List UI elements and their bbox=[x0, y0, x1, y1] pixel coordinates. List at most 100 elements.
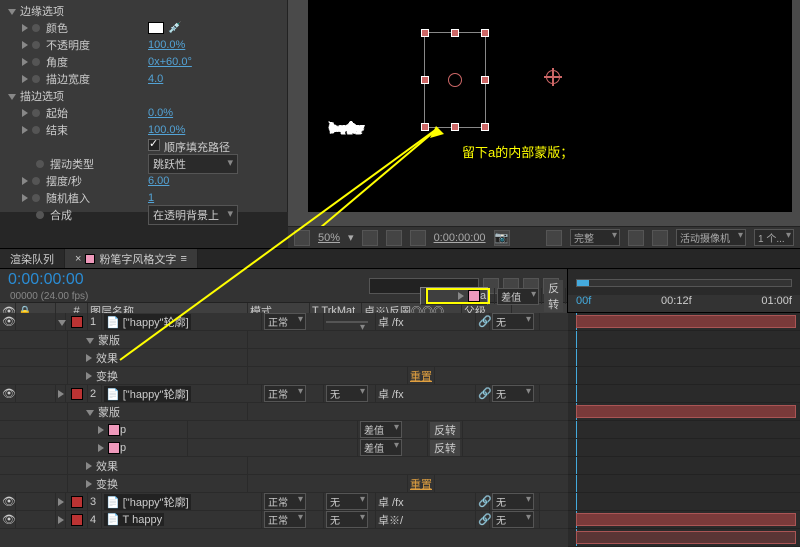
mask-name[interactable]: a bbox=[480, 290, 486, 302]
preview-canvas[interactable]: happy bbox=[308, 0, 792, 212]
track-row[interactable] bbox=[568, 367, 800, 385]
disclosure-icon[interactable] bbox=[86, 354, 92, 362]
angle-value[interactable]: 0x+60.0° bbox=[148, 56, 192, 68]
layer-switches[interactable]: 卓 /fx bbox=[376, 493, 476, 510]
layer-sub-row[interactable]: 变换 重置 bbox=[0, 367, 568, 385]
reset-link[interactable]: 重置 bbox=[410, 368, 432, 384]
mask-icon[interactable] bbox=[410, 230, 426, 246]
parent-dropdown[interactable]: 无 bbox=[492, 511, 534, 528]
mask-name[interactable]: p bbox=[120, 442, 126, 454]
disclosure-icon[interactable] bbox=[58, 390, 64, 398]
disclosure-icon[interactable] bbox=[22, 41, 28, 49]
layer-row[interactable]: 👁 2 📄 ["happy"轮廓] 正常 无 卓 /fx 🔗 无 bbox=[0, 385, 568, 403]
layer-switches[interactable]: 卓 /fx bbox=[376, 385, 476, 402]
random-seed-value[interactable]: 1 bbox=[148, 192, 154, 204]
layer-name[interactable]: 📄 ["happy"轮廓] bbox=[104, 314, 191, 330]
layer-sub-row[interactable]: p 差值 反转 bbox=[0, 439, 568, 457]
disclosure-icon[interactable] bbox=[86, 372, 92, 380]
current-time[interactable]: 0:00:00:00 bbox=[0, 269, 92, 291]
wiggle-value[interactable]: 6.00 bbox=[148, 175, 169, 187]
start-value[interactable]: 0.0% bbox=[148, 107, 173, 119]
mask-mode-dropdown[interactable]: 差值 bbox=[497, 288, 539, 305]
track-row[interactable] bbox=[568, 403, 800, 421]
reset-link[interactable]: 重置 bbox=[410, 476, 432, 492]
track-row[interactable] bbox=[568, 439, 800, 457]
mask-name[interactable]: p bbox=[120, 424, 126, 436]
keyframe-stopwatch-icon[interactable] bbox=[32, 194, 40, 202]
mask-selection-box[interactable] bbox=[424, 32, 486, 128]
snapshot-icon[interactable]: 📷 bbox=[494, 230, 510, 246]
track-row[interactable] bbox=[568, 349, 800, 367]
lock-toggle[interactable] bbox=[16, 493, 56, 510]
camera-dropdown[interactable]: 活动摄像机 bbox=[676, 229, 746, 246]
disclosure-icon[interactable] bbox=[22, 75, 28, 83]
tab-render-queue[interactable]: 渲染队列 bbox=[0, 249, 65, 268]
disclosure-icon[interactable] bbox=[22, 194, 28, 202]
mask-invert-button[interactable]: 反转 bbox=[430, 422, 460, 438]
disclosure-icon[interactable] bbox=[22, 126, 28, 134]
disclosure-icon[interactable] bbox=[58, 498, 64, 506]
layer-sub-row[interactable]: a 差值 反转 bbox=[420, 287, 488, 305]
visibility-toggle[interactable]: 👁 bbox=[0, 511, 16, 528]
blend-mode-dropdown[interactable]: 正常 bbox=[264, 385, 306, 402]
disclosure-icon[interactable] bbox=[8, 94, 16, 100]
track-row[interactable] bbox=[568, 493, 800, 511]
preview-time[interactable]: 0:00:00:00 bbox=[434, 232, 486, 244]
mask-color-swatch[interactable] bbox=[108, 424, 120, 436]
layer-row[interactable]: 👁 1 📄 ["happy"轮廓] 正常 卓 /fx 🔗 无 bbox=[0, 313, 568, 331]
parent-dropdown[interactable]: 无 bbox=[492, 313, 534, 330]
disclosure-icon[interactable] bbox=[22, 109, 28, 117]
layer-name[interactable]: 📄 ["happy"轮廓] bbox=[104, 494, 191, 510]
layer-row[interactable]: 👁 3 📄 ["happy"轮廓] 正常 无 卓 /fx 🔗 无 bbox=[0, 493, 568, 511]
track-row[interactable] bbox=[568, 529, 800, 547]
views-dropdown[interactable]: 1 个... bbox=[754, 229, 794, 246]
opacity-value[interactable]: 100.0% bbox=[148, 39, 185, 51]
keyframe-stopwatch-icon[interactable] bbox=[36, 160, 44, 168]
track-row[interactable] bbox=[568, 385, 800, 403]
keyframe-stopwatch-icon[interactable] bbox=[32, 58, 40, 66]
disclosure-icon[interactable] bbox=[86, 338, 94, 344]
layer-duration-bar[interactable] bbox=[576, 513, 796, 526]
disclosure-icon[interactable] bbox=[458, 292, 464, 300]
layer-color-swatch[interactable] bbox=[71, 316, 83, 328]
keyframe-stopwatch-icon[interactable] bbox=[32, 109, 40, 117]
disclosure-icon[interactable] bbox=[86, 410, 94, 416]
disclosure-icon[interactable] bbox=[98, 444, 104, 452]
layer-color-swatch[interactable] bbox=[71, 388, 83, 400]
guides-icon[interactable] bbox=[386, 230, 402, 246]
mask-invert-button[interactable]: 反转 bbox=[430, 440, 460, 456]
mask-mode-dropdown[interactable]: 差值 bbox=[360, 421, 402, 438]
wiggle-type-dropdown[interactable]: 跳跃性 bbox=[148, 154, 238, 174]
grid-icon[interactable] bbox=[294, 230, 310, 246]
region-icon[interactable] bbox=[628, 230, 644, 246]
layer-sub-row[interactable]: 蒙版 bbox=[0, 403, 568, 421]
track-row[interactable] bbox=[568, 421, 800, 439]
disclosure-icon[interactable] bbox=[58, 320, 66, 326]
layer-switches[interactable]: 卓 /fx bbox=[376, 313, 476, 330]
layer-color-swatch[interactable] bbox=[71, 496, 83, 508]
zoom-dropdown[interactable]: 50% bbox=[318, 232, 340, 244]
trackmatte-dropdown[interactable] bbox=[326, 321, 368, 323]
visibility-toggle[interactable]: 👁 bbox=[0, 493, 16, 510]
3d-icon[interactable] bbox=[652, 230, 668, 246]
track-row[interactable] bbox=[568, 457, 800, 475]
stroke-width-value[interactable]: 4.0 bbox=[148, 73, 163, 85]
work-area-bar[interactable] bbox=[576, 279, 792, 287]
layer-duration-bar[interactable] bbox=[576, 531, 796, 544]
time-ruler[interactable]: 00f 00:12f 01:00f bbox=[568, 295, 800, 313]
layer-duration-bar[interactable] bbox=[576, 405, 796, 418]
tab-composition[interactable]: × 粉笔字风格文字 ≡ bbox=[65, 249, 198, 268]
eyedropper-icon[interactable]: 💉 bbox=[168, 21, 182, 35]
blend-mode-dropdown[interactable]: 正常 bbox=[264, 313, 306, 330]
mask-color-swatch[interactable] bbox=[468, 290, 480, 302]
track-row[interactable] bbox=[568, 511, 800, 529]
layer-sub-row[interactable]: p 差值 反转 bbox=[0, 421, 568, 439]
alpha-icon[interactable] bbox=[546, 230, 562, 246]
blend-mode-dropdown[interactable]: 正常 bbox=[264, 493, 306, 510]
lock-toggle[interactable] bbox=[16, 511, 56, 528]
visibility-toggle[interactable]: 👁 bbox=[0, 385, 16, 402]
visibility-toggle[interactable]: 👁 bbox=[0, 313, 16, 330]
end-value[interactable]: 100.0% bbox=[148, 124, 185, 136]
keyframe-stopwatch-icon[interactable] bbox=[36, 211, 44, 219]
mask-invert-button[interactable]: 反转 bbox=[544, 280, 563, 312]
